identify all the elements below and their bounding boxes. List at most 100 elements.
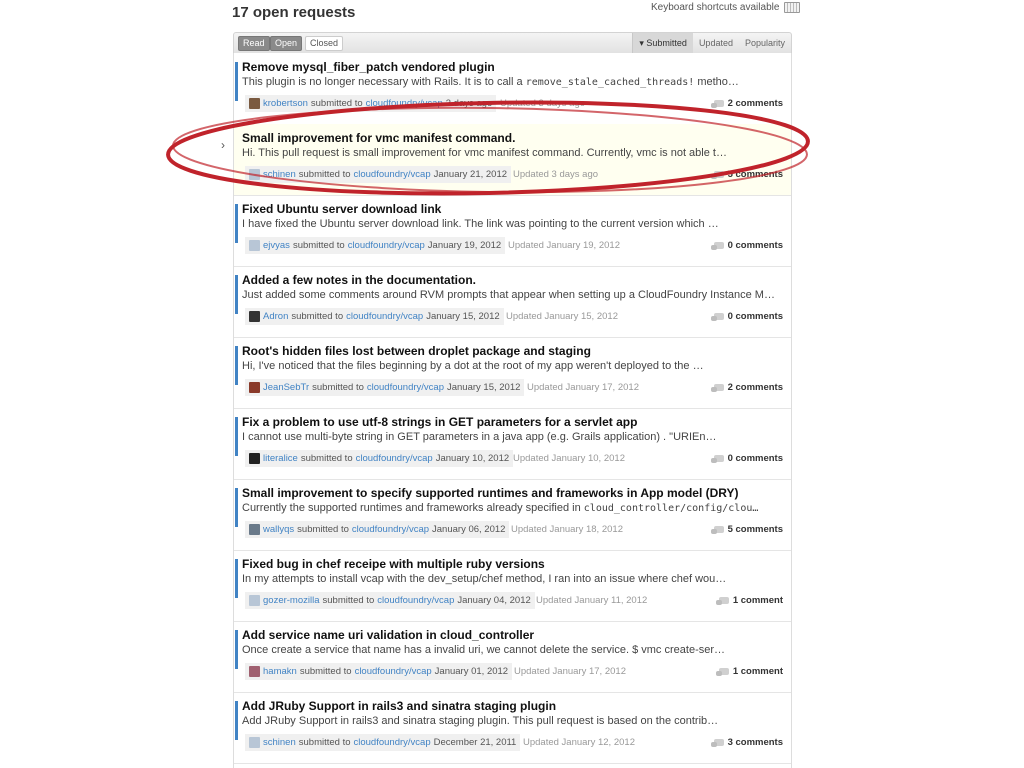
- description-text: Add JRuby Support in rails3 and sinatra …: [242, 715, 719, 727]
- pull-request-title[interactable]: Fix a problem to use utf-8 strings in GE…: [242, 415, 637, 429]
- pull-request-item[interactable]: Fixed Ubuntu server download link I have …: [234, 195, 791, 267]
- submitted-date: January 15, 2012: [446, 382, 521, 393]
- avatar[interactable]: [249, 98, 260, 109]
- avatar[interactable]: [249, 453, 260, 464]
- pull-request-title[interactable]: Small improvement to specify supported r…: [242, 486, 739, 500]
- comments-count[interactable]: 3 comments: [710, 734, 783, 751]
- author-link[interactable]: schinen: [263, 166, 296, 183]
- avatar[interactable]: [249, 240, 260, 251]
- description-text: I cannot use multi-byte string in GET pa…: [242, 431, 717, 443]
- comment-bubble-icon: [710, 242, 724, 250]
- author-link[interactable]: gozer-mozilla: [263, 592, 320, 609]
- pull-request-description: In my attempts to install vcap with the …: [242, 573, 782, 585]
- pull-request-item[interactable]: Remove mysql_fiber_patch vendored plugin…: [234, 53, 791, 125]
- description-text: Currently the supported runtimes and fra…: [242, 502, 584, 514]
- avatar[interactable]: [249, 737, 260, 748]
- comments-count[interactable]: 5 comments: [710, 521, 783, 538]
- comments-count[interactable]: 0 comments: [710, 450, 783, 467]
- pull-request-title[interactable]: Add JRuby Support in rails3 and sinatra …: [242, 699, 556, 713]
- repo-link[interactable]: cloudfoundry/vcap: [377, 592, 454, 609]
- status-bar: [235, 275, 238, 314]
- pull-request-title[interactable]: Added a few notes in the documentation.: [242, 273, 476, 287]
- repo-link[interactable]: cloudfoundry/vcap: [355, 663, 432, 680]
- selected-arrow-icon: ›: [221, 138, 225, 152]
- repo-link[interactable]: cloudfoundry/vcap: [348, 237, 425, 254]
- submission-meta: literalice submitted to cloudfoundry/vcap J…: [245, 450, 514, 467]
- submitted-date: January 06, 2012: [432, 524, 506, 535]
- pull-request-title[interactable]: Add service name uri validation in cloud…: [242, 628, 534, 642]
- description-text: This plugin is no longer necessary with …: [242, 76, 526, 88]
- repo-link[interactable]: cloudfoundry/vcap: [352, 521, 429, 538]
- submitted-to-label: submitted to: [291, 311, 344, 322]
- sort-options: ▾ Submitted Updated Popularity: [632, 33, 791, 53]
- repo-link[interactable]: cloudfoundry/vcap: [354, 166, 431, 183]
- submitted-date: January 15, 2012: [426, 311, 500, 322]
- author-link[interactable]: ejvyas: [263, 237, 290, 254]
- comments-count[interactable]: 1 comment: [715, 592, 783, 609]
- author-link[interactable]: literalice: [263, 450, 298, 467]
- repo-link[interactable]: cloudfoundry/vcap: [367, 379, 444, 396]
- pull-request-description: Just added some comments around RVM prom…: [242, 289, 782, 301]
- author-link[interactable]: hamakn: [263, 663, 297, 680]
- pull-request-item[interactable]: Add JRuby Support in rails3 and sinatra …: [234, 692, 791, 764]
- filter-open-button[interactable]: Open: [270, 36, 303, 51]
- submitted-to-label: submitted to: [292, 240, 345, 251]
- keyboard-shortcuts-hint[interactable]: Keyboard shortcuts available: [651, 2, 801, 13]
- author-link[interactable]: krobertson: [263, 95, 308, 112]
- comment-bubble-icon: [710, 526, 724, 534]
- author-link[interactable]: JeanSebTr: [263, 379, 309, 396]
- status-bar: [235, 488, 238, 527]
- comments-count[interactable]: 0 comments: [710, 237, 783, 254]
- pull-request-item[interactable]: Fix a problem to use utf-8 strings in GE…: [234, 408, 791, 480]
- list-toolbar: Read Open Closed ▾ Submitted Updated Pop…: [233, 32, 792, 54]
- comment-bubble-icon: [710, 384, 724, 392]
- pull-request-title[interactable]: Root's hidden files lost between droplet…: [242, 344, 591, 358]
- comments-count[interactable]: 2 comments: [710, 95, 783, 112]
- updated-date: Updated January 17, 2012: [514, 666, 626, 677]
- comments-count[interactable]: 5 comments: [710, 166, 783, 183]
- comments-count[interactable]: 1 comment: [715, 663, 783, 680]
- comments-count[interactable]: 2 comments: [710, 379, 783, 396]
- pull-request-item[interactable]: Add service name uri validation in cloud…: [234, 621, 791, 693]
- comment-bubble-icon: [710, 455, 724, 463]
- avatar[interactable]: [249, 311, 260, 322]
- comments-label: 0 comments: [727, 311, 783, 322]
- avatar[interactable]: [249, 524, 260, 535]
- avatar[interactable]: [249, 169, 260, 180]
- pull-request-description: Add JRuby Support in rails3 and sinatra …: [242, 715, 782, 727]
- status-bar: [235, 62, 238, 101]
- pull-request-title[interactable]: Small improvement for vmc manifest comma…: [242, 131, 515, 145]
- filter-read-button[interactable]: Read: [238, 36, 270, 51]
- pull-request-title[interactable]: Remove mysql_fiber_patch vendored plugin: [242, 60, 495, 74]
- avatar[interactable]: [249, 666, 260, 677]
- avatar[interactable]: [249, 382, 260, 393]
- sort-popularity-tab[interactable]: Popularity: [739, 33, 791, 53]
- repo-link[interactable]: cloudfoundry/vcap: [354, 734, 431, 751]
- filter-closed-button[interactable]: Closed: [305, 36, 344, 51]
- sort-updated-tab[interactable]: Updated: [693, 33, 739, 53]
- author-link[interactable]: schinen: [263, 734, 296, 751]
- author-link[interactable]: wallyqs: [263, 521, 294, 538]
- pull-request-item[interactable]: Small improvement to specify supported r…: [234, 479, 791, 551]
- pull-request-item[interactable]: › Small improvement for vmc manifest comm…: [221, 124, 791, 196]
- pull-request-description: I cannot use multi-byte string in GET pa…: [242, 431, 782, 443]
- sort-submitted-tab[interactable]: ▾ Submitted: [632, 33, 693, 53]
- comment-bubble-icon: [710, 313, 724, 321]
- pull-request-item[interactable]: Root's hidden files lost between droplet…: [234, 337, 791, 409]
- pull-request-item[interactable]: Fixed bug in chef receipe with multiple …: [234, 550, 791, 622]
- pull-request-title[interactable]: Fixed bug in chef receipe with multiple …: [242, 557, 545, 571]
- repo-link[interactable]: cloudfoundry/vcap: [366, 95, 443, 112]
- submission-meta: ejvyas submitted to cloudfoundry/vcap Janua…: [245, 237, 506, 254]
- repo-link[interactable]: cloudfoundry/vcap: [346, 308, 423, 325]
- comments-label: 5 comments: [727, 169, 783, 180]
- comments-count[interactable]: 0 comments: [710, 308, 783, 325]
- repo-link[interactable]: cloudfoundry/vcap: [356, 450, 433, 467]
- submission-meta: hamakn submitted to cloudfoundry/vcap Janua…: [245, 663, 513, 680]
- updated-date: Updated January 15, 2012: [506, 311, 618, 322]
- pull-request-item[interactable]: Added a few notes in the documentation. J…: [234, 266, 791, 338]
- submitted-date: January 10, 2012: [435, 453, 510, 464]
- pull-request-list: Remove mysql_fiber_patch vendored plugin…: [221, 53, 792, 768]
- avatar[interactable]: [249, 595, 260, 606]
- pull-request-title[interactable]: Fixed Ubuntu server download link: [242, 202, 441, 216]
- author-link[interactable]: Adron: [263, 308, 288, 325]
